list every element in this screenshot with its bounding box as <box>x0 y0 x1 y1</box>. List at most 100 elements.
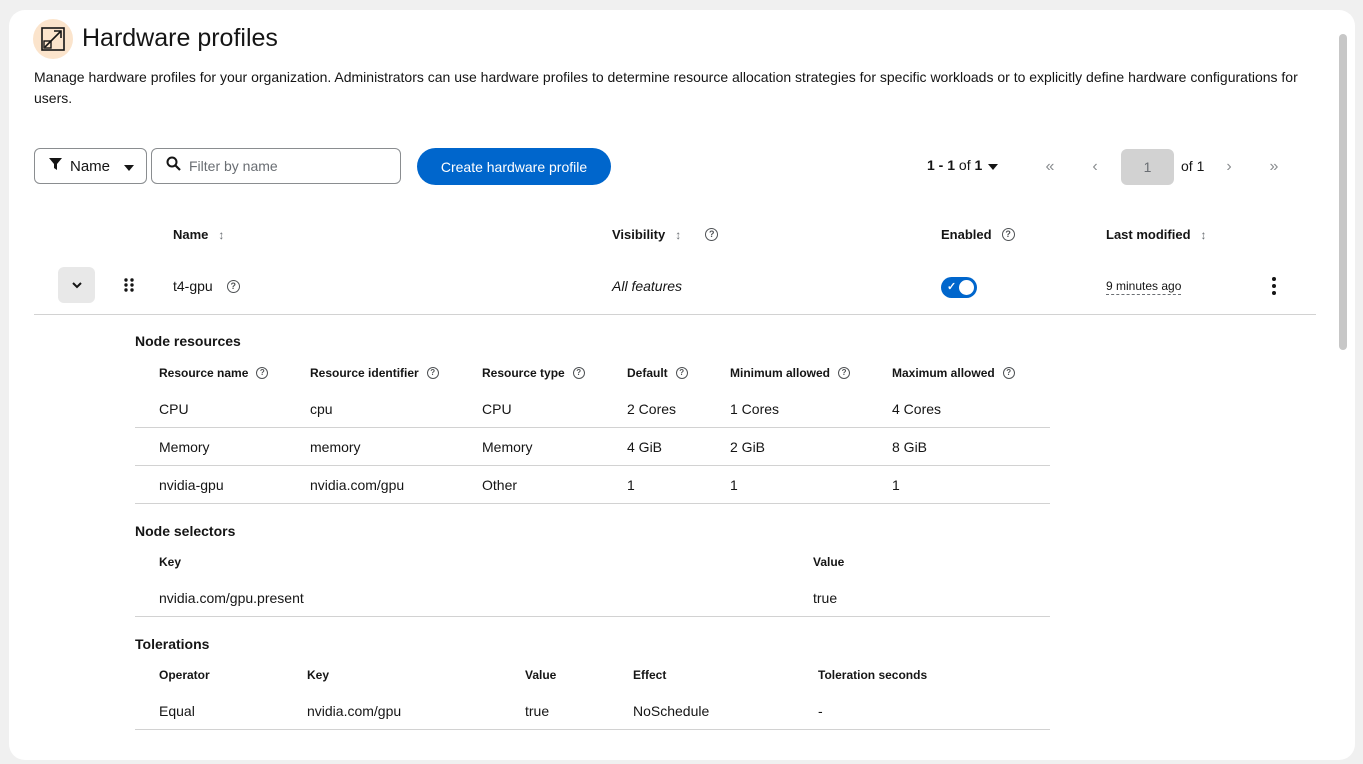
chevron-right-icon: › <box>1226 158 1232 175</box>
nr-cell: 1 <box>627 477 635 493</box>
help-icon[interactable]: ? <box>705 228 719 241</box>
enabled-toggle[interactable]: ✓ <box>941 277 977 298</box>
vertical-scrollbar[interactable] <box>1339 34 1347 350</box>
nr-cell: 1 Cores <box>730 401 780 417</box>
toggle-knob <box>959 280 974 295</box>
create-hardware-profile-button[interactable]: Create hardware profile <box>417 148 611 185</box>
nr-cell: 1 <box>730 477 738 493</box>
check-icon: ✓ <box>947 281 957 293</box>
row-divider <box>135 427 1050 428</box>
filter-icon <box>49 157 62 175</box>
nr-header-default: Default? <box>627 366 688 380</box>
tol-header-toleration-seconds: Toleration seconds <box>818 668 928 682</box>
help-icon[interactable]: ? <box>426 367 439 379</box>
page-of-label: of 1 <box>1181 158 1205 174</box>
node-selectors-title: Node selectors <box>135 523 236 539</box>
last-modified-timestamp[interactable]: 9 minutes ago <box>1106 279 1182 295</box>
nr-cell: 8 GiB <box>892 439 928 455</box>
search-icon <box>166 156 181 176</box>
ns-header-key: Key <box>159 555 182 569</box>
nr-header-maximum-allowed: Maximum allowed? <box>892 366 1015 380</box>
nr-header-resource-name: Resource name? <box>159 366 269 380</box>
ns-cell: true <box>813 590 838 606</box>
double-chevron-left-icon: « <box>1045 158 1055 175</box>
nr-cell: nvidia-gpu <box>159 477 224 493</box>
profile-name-cell: t4-gpu ? <box>173 278 240 294</box>
tol-cell: NoSchedule <box>633 703 710 719</box>
nr-cell: nvidia.com/gpu <box>310 477 405 493</box>
sort-icon: ↕ <box>675 227 682 242</box>
nr-cell: CPU <box>482 401 512 417</box>
nr-cell: 2 GiB <box>730 439 766 455</box>
profile-name: t4-gpu <box>173 278 213 294</box>
row-divider <box>135 503 1050 504</box>
nr-cell: 4 Cores <box>892 401 942 417</box>
hardware-profile-icon <box>33 19 73 59</box>
double-chevron-right-icon: » <box>1269 158 1279 175</box>
tol-cell: Equal <box>159 703 195 719</box>
page-title: Hardware profiles <box>82 24 278 52</box>
pagination-toggle[interactable]: 1 - 1 of 1 <box>927 157 999 173</box>
ns-cell: nvidia.com/gpu.present <box>159 590 304 606</box>
nr-cell: memory <box>310 439 361 455</box>
help-icon[interactable]: ? <box>1002 367 1015 379</box>
search-field[interactable] <box>151 148 401 184</box>
next-page-button[interactable]: › <box>1215 153 1243 181</box>
column-header-visibility-label: Visibility <box>612 227 666 242</box>
nr-header-resource-type: Resource type? <box>482 366 585 380</box>
row-divider <box>135 465 1050 466</box>
tol-cell: true <box>525 703 550 719</box>
sort-icon: ↕ <box>218 227 225 242</box>
tol-header-key: Key <box>307 668 330 682</box>
nr-cell: 1 <box>892 477 900 493</box>
nr-header-resource-identifier: Resource identifier? <box>310 366 439 380</box>
help-icon[interactable]: ? <box>1001 228 1015 241</box>
ns-header-value: Value <box>813 555 845 569</box>
tol-cell: - <box>818 703 823 719</box>
tol-header-effect: Effect <box>633 668 667 682</box>
help-icon[interactable]: ? <box>572 367 585 379</box>
first-page-button[interactable]: « <box>1036 153 1064 181</box>
help-icon[interactable]: ? <box>675 367 688 379</box>
nr-cell: CPU <box>159 401 189 417</box>
chevron-left-icon: ‹ <box>1092 158 1098 175</box>
help-icon[interactable]: ? <box>226 279 240 293</box>
filter-attribute-select[interactable]: Name <box>34 148 147 184</box>
nr-cell: Other <box>482 477 518 493</box>
nr-cell: 4 GiB <box>627 439 663 455</box>
column-header-enabled: Enabled ? <box>941 227 1015 242</box>
search-input[interactable] <box>189 158 379 174</box>
nr-cell: cpu <box>310 401 333 417</box>
previous-page-button[interactable]: ‹ <box>1081 153 1109 181</box>
column-header-enabled-label: Enabled <box>941 227 992 242</box>
main-card: Hardware profiles Manage hardware profil… <box>9 10 1355 760</box>
last-page-button[interactable]: » <box>1260 153 1288 181</box>
row-divider <box>34 314 1316 315</box>
nr-cell: Memory <box>159 439 210 455</box>
help-icon[interactable]: ? <box>838 367 851 379</box>
column-header-visibility[interactable]: Visibility ↕ ? <box>612 227 719 242</box>
row-divider <box>135 729 1050 730</box>
filter-attribute-label: Name <box>70 157 111 175</box>
pagination-of: of <box>958 157 971 173</box>
column-header-last-modified-label: Last modified <box>1106 227 1191 242</box>
pagination-range: 1 - 1 <box>927 157 956 173</box>
caret-down-icon <box>988 157 999 173</box>
page-description: Manage hardware profiles for your organi… <box>34 69 1298 106</box>
column-header-name[interactable]: Name ↕ <box>173 227 224 242</box>
drag-handle-icon[interactable] <box>124 278 134 297</box>
caret-down-icon <box>124 158 135 175</box>
pagination-total: 1 <box>974 157 983 173</box>
row-actions-kebab-icon[interactable] <box>1267 276 1281 296</box>
column-header-last-modified[interactable]: Last modified ↕ <box>1106 227 1207 242</box>
tolerations-title: Tolerations <box>135 636 210 652</box>
chevron-down-icon <box>71 276 82 294</box>
tol-header-operator: Operator <box>159 668 210 682</box>
row-divider <box>135 616 1050 617</box>
nr-cell: Memory <box>482 439 533 455</box>
page-number-input[interactable]: 1 <box>1121 149 1174 185</box>
row-expand-toggle[interactable] <box>58 267 95 303</box>
nr-header-minimum-allowed: Minimum allowed? <box>730 366 851 380</box>
tol-cell: nvidia.com/gpu <box>307 703 402 719</box>
help-icon[interactable]: ? <box>256 367 269 379</box>
